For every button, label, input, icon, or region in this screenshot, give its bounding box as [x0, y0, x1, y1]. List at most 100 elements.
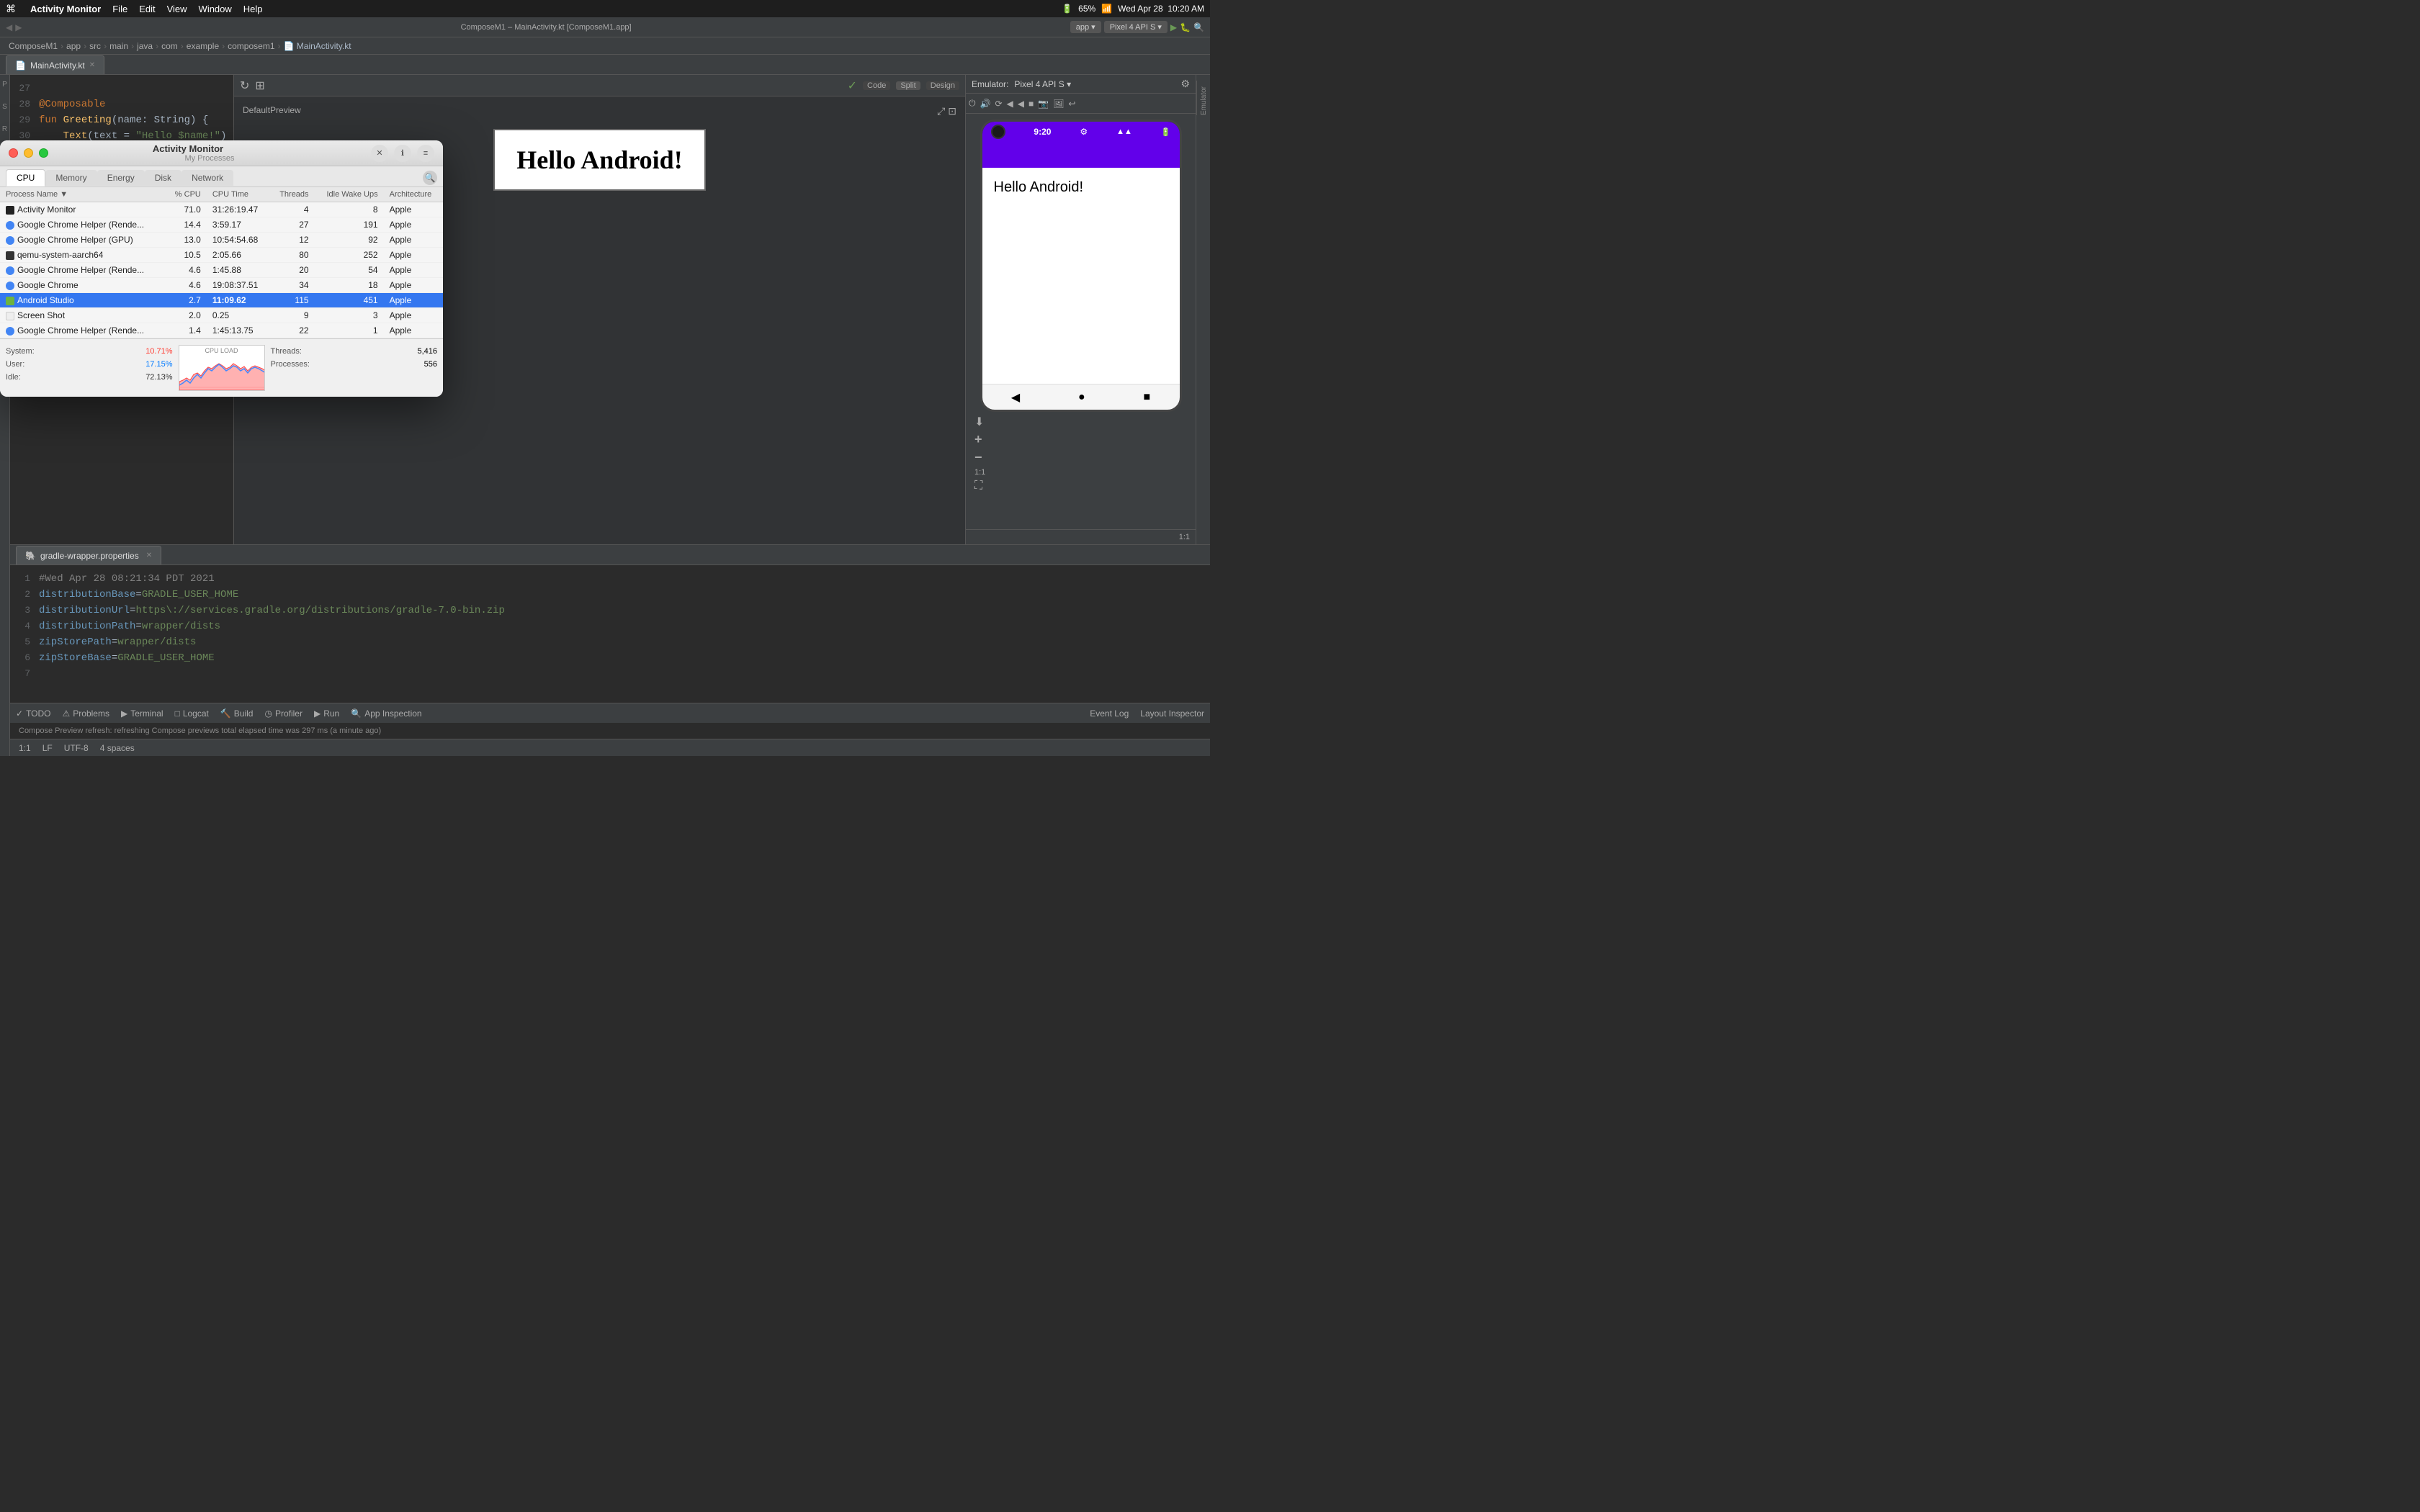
code-btn[interactable]: Code: [863, 81, 890, 90]
preview-hello-box: Hello Android!: [493, 129, 705, 191]
em-ctrl-download[interactable]: ⬇: [974, 415, 985, 429]
bst-run[interactable]: ▶ Run: [314, 708, 339, 719]
bst-todo[interactable]: ✓ TODO: [16, 708, 51, 719]
table-row[interactable]: Google Chrome Helper (Rende... 1.4 1:45:…: [0, 323, 443, 338]
emulator-tab-label[interactable]: Emulator: [1200, 86, 1208, 115]
em-camera[interactable]: 📷: [1038, 99, 1049, 109]
table-row[interactable]: Screen Shot 2.0 0.25 9 3 Apple: [0, 308, 443, 323]
preview-external[interactable]: ⊡: [948, 105, 956, 117]
preview-check[interactable]: ✓: [848, 78, 857, 93]
design-btn[interactable]: Design: [926, 81, 959, 90]
em-volume-down[interactable]: ◀: [1007, 99, 1013, 109]
bc-example[interactable]: example: [187, 41, 219, 51]
toolbar-back[interactable]: ◀: [6, 22, 12, 32]
tab-mainactivity-close[interactable]: ✕: [89, 61, 95, 69]
em-undo[interactable]: ↩: [1068, 99, 1075, 109]
table-row[interactable]: Activity Monitor 71.0 31:26:19.47 4 8 Ap…: [0, 202, 443, 217]
am-stats: System: 10.71% User: 17.15% Idle: 72.13%…: [0, 338, 443, 397]
toolbar-app-dropdown[interactable]: app ▾: [1070, 21, 1101, 33]
em-ctrl-plus[interactable]: +: [974, 432, 985, 447]
tab-mainactivity[interactable]: 📄 MainActivity.kt ✕: [6, 55, 104, 74]
nav-back[interactable]: ◀: [1011, 390, 1020, 405]
am-maximize-btn[interactable]: [39, 148, 48, 158]
table-row[interactable]: Google Chrome 4.6 19:08:37.51 34 18 Appl…: [0, 278, 443, 293]
toolbar-device-dropdown[interactable]: Pixel 4 API S ▾: [1104, 21, 1168, 33]
table-row-android-studio[interactable]: Android Studio 2.7 11:09.62 115 451 Appl…: [0, 293, 443, 308]
col-cpu[interactable]: % CPU: [165, 187, 206, 202]
col-process-name[interactable]: Process Name ▼: [0, 187, 165, 202]
menubar-app-name[interactable]: Activity Monitor: [30, 4, 101, 14]
bst-profiler[interactable]: ◷ Profiler: [264, 708, 302, 719]
nav-home[interactable]: ●: [1078, 391, 1085, 404]
emulator-device[interactable]: Pixel 4 API S ▾: [1014, 79, 1071, 89]
am-tab-cpu[interactable]: CPU: [6, 169, 45, 186]
am-tab-energy[interactable]: Energy: [97, 170, 145, 186]
panel-project[interactable]: P: [2, 81, 7, 89]
em-sound[interactable]: 🔊: [980, 99, 991, 109]
bst-event-log[interactable]: Event Log: [1090, 708, 1129, 719]
table-row[interactable]: qemu-system-aarch64 10.5 2:05.66 80 252 …: [0, 248, 443, 263]
split-btn[interactable]: Split: [896, 81, 920, 90]
menu-edit[interactable]: Edit: [139, 4, 155, 14]
menu-help[interactable]: Help: [243, 4, 263, 14]
am-close-btn[interactable]: [9, 148, 18, 158]
table-row[interactable]: Google Chrome Helper (Rende... 4.6 1:45.…: [0, 263, 443, 278]
menu-window[interactable]: Window: [199, 4, 232, 14]
am-tab-network[interactable]: Network: [182, 170, 233, 186]
em-power[interactable]: ⏻: [969, 98, 976, 109]
gradle-line-5: 5 zipStorePath=wrapper/dists: [10, 634, 1210, 650]
preview-refresh[interactable]: ↻: [240, 78, 249, 93]
col-cpu-time[interactable]: CPU Time: [207, 187, 270, 202]
bc-app[interactable]: app: [66, 41, 81, 51]
toolbar-search[interactable]: 🔍: [1193, 22, 1204, 32]
am-minimize-btn[interactable]: [24, 148, 33, 158]
em-ctrl-minus[interactable]: −: [974, 450, 985, 465]
emulator-settings[interactable]: ⚙: [1180, 78, 1190, 90]
preview-expand[interactable]: ⤢: [937, 105, 945, 117]
table-row[interactable]: Google Chrome Helper (Rende... 14.4 3:59…: [0, 217, 443, 233]
em-ctrl-fullscreen[interactable]: ⛶: [974, 480, 985, 492]
preview-layout[interactable]: ⊞: [255, 78, 264, 93]
bst-app-inspection[interactable]: 🔍 App Inspection: [351, 708, 421, 719]
em-ctrl-1-1[interactable]: 1:1: [974, 468, 985, 477]
bc-com[interactable]: com: [161, 41, 178, 51]
bc-composem1-2[interactable]: composem1: [228, 41, 274, 51]
gradle-close[interactable]: ✕: [146, 552, 152, 559]
panel-structure[interactable]: S: [2, 103, 7, 111]
nav-recent[interactable]: ■: [1143, 391, 1150, 404]
am-search-btn[interactable]: 🔍: [423, 171, 437, 185]
bst-terminal[interactable]: ▶ Terminal: [121, 708, 163, 719]
toolbar-forward[interactable]: ▶: [15, 22, 22, 32]
toolbar-debug[interactable]: 🐛: [1180, 22, 1191, 32]
phone-settings-gear[interactable]: ⚙: [1080, 127, 1088, 137]
em-stop[interactable]: ■: [1028, 99, 1034, 109]
em-screenshot[interactable]: 🖼: [1053, 99, 1064, 109]
bc-main[interactable]: main: [109, 41, 128, 51]
col-idle[interactable]: Idle Wake Ups: [315, 187, 384, 202]
bc-src[interactable]: src: [89, 41, 101, 51]
am-tab-memory[interactable]: Memory: [45, 170, 97, 186]
em-screen-rotate[interactable]: ⟳: [995, 99, 1002, 109]
am-ctrl-filter[interactable]: ≡: [417, 145, 434, 162]
col-threads[interactable]: Threads: [269, 187, 314, 202]
em-prev[interactable]: ◀: [1018, 99, 1024, 109]
bst-logcat[interactable]: □ Logcat: [175, 708, 209, 719]
bst-build[interactable]: 🔨 Build: [220, 708, 254, 719]
bst-layout-inspector[interactable]: Layout Inspector: [1140, 708, 1204, 719]
tab-gradle[interactable]: 🐘 gradle-wrapper.properties ✕: [16, 546, 161, 564]
bc-composem1[interactable]: ComposeM1: [9, 41, 58, 51]
bst-problems[interactable]: ⚠ Problems: [63, 708, 109, 719]
am-ctrl-close[interactable]: ✕: [371, 145, 388, 162]
am-process-table: Process Name ▼ % CPU CPU Time Threads Id…: [0, 187, 443, 338]
toolbar-run[interactable]: ▶: [1170, 22, 1177, 32]
col-arch[interactable]: Architecture: [384, 187, 443, 202]
bc-java[interactable]: java: [137, 41, 153, 51]
apple-icon[interactable]: ⌘: [6, 3, 16, 15]
panel-resource[interactable]: R: [2, 125, 7, 133]
menu-file[interactable]: File: [112, 4, 127, 14]
am-tab-disk[interactable]: Disk: [145, 170, 182, 186]
table-row[interactable]: Google Chrome Helper (GPU) 13.0 10:54:54…: [0, 233, 443, 248]
menu-view[interactable]: View: [167, 4, 187, 14]
bc-mainactivity[interactable]: 📄 MainActivity.kt: [284, 41, 351, 51]
am-ctrl-info[interactable]: ℹ: [394, 145, 411, 162]
